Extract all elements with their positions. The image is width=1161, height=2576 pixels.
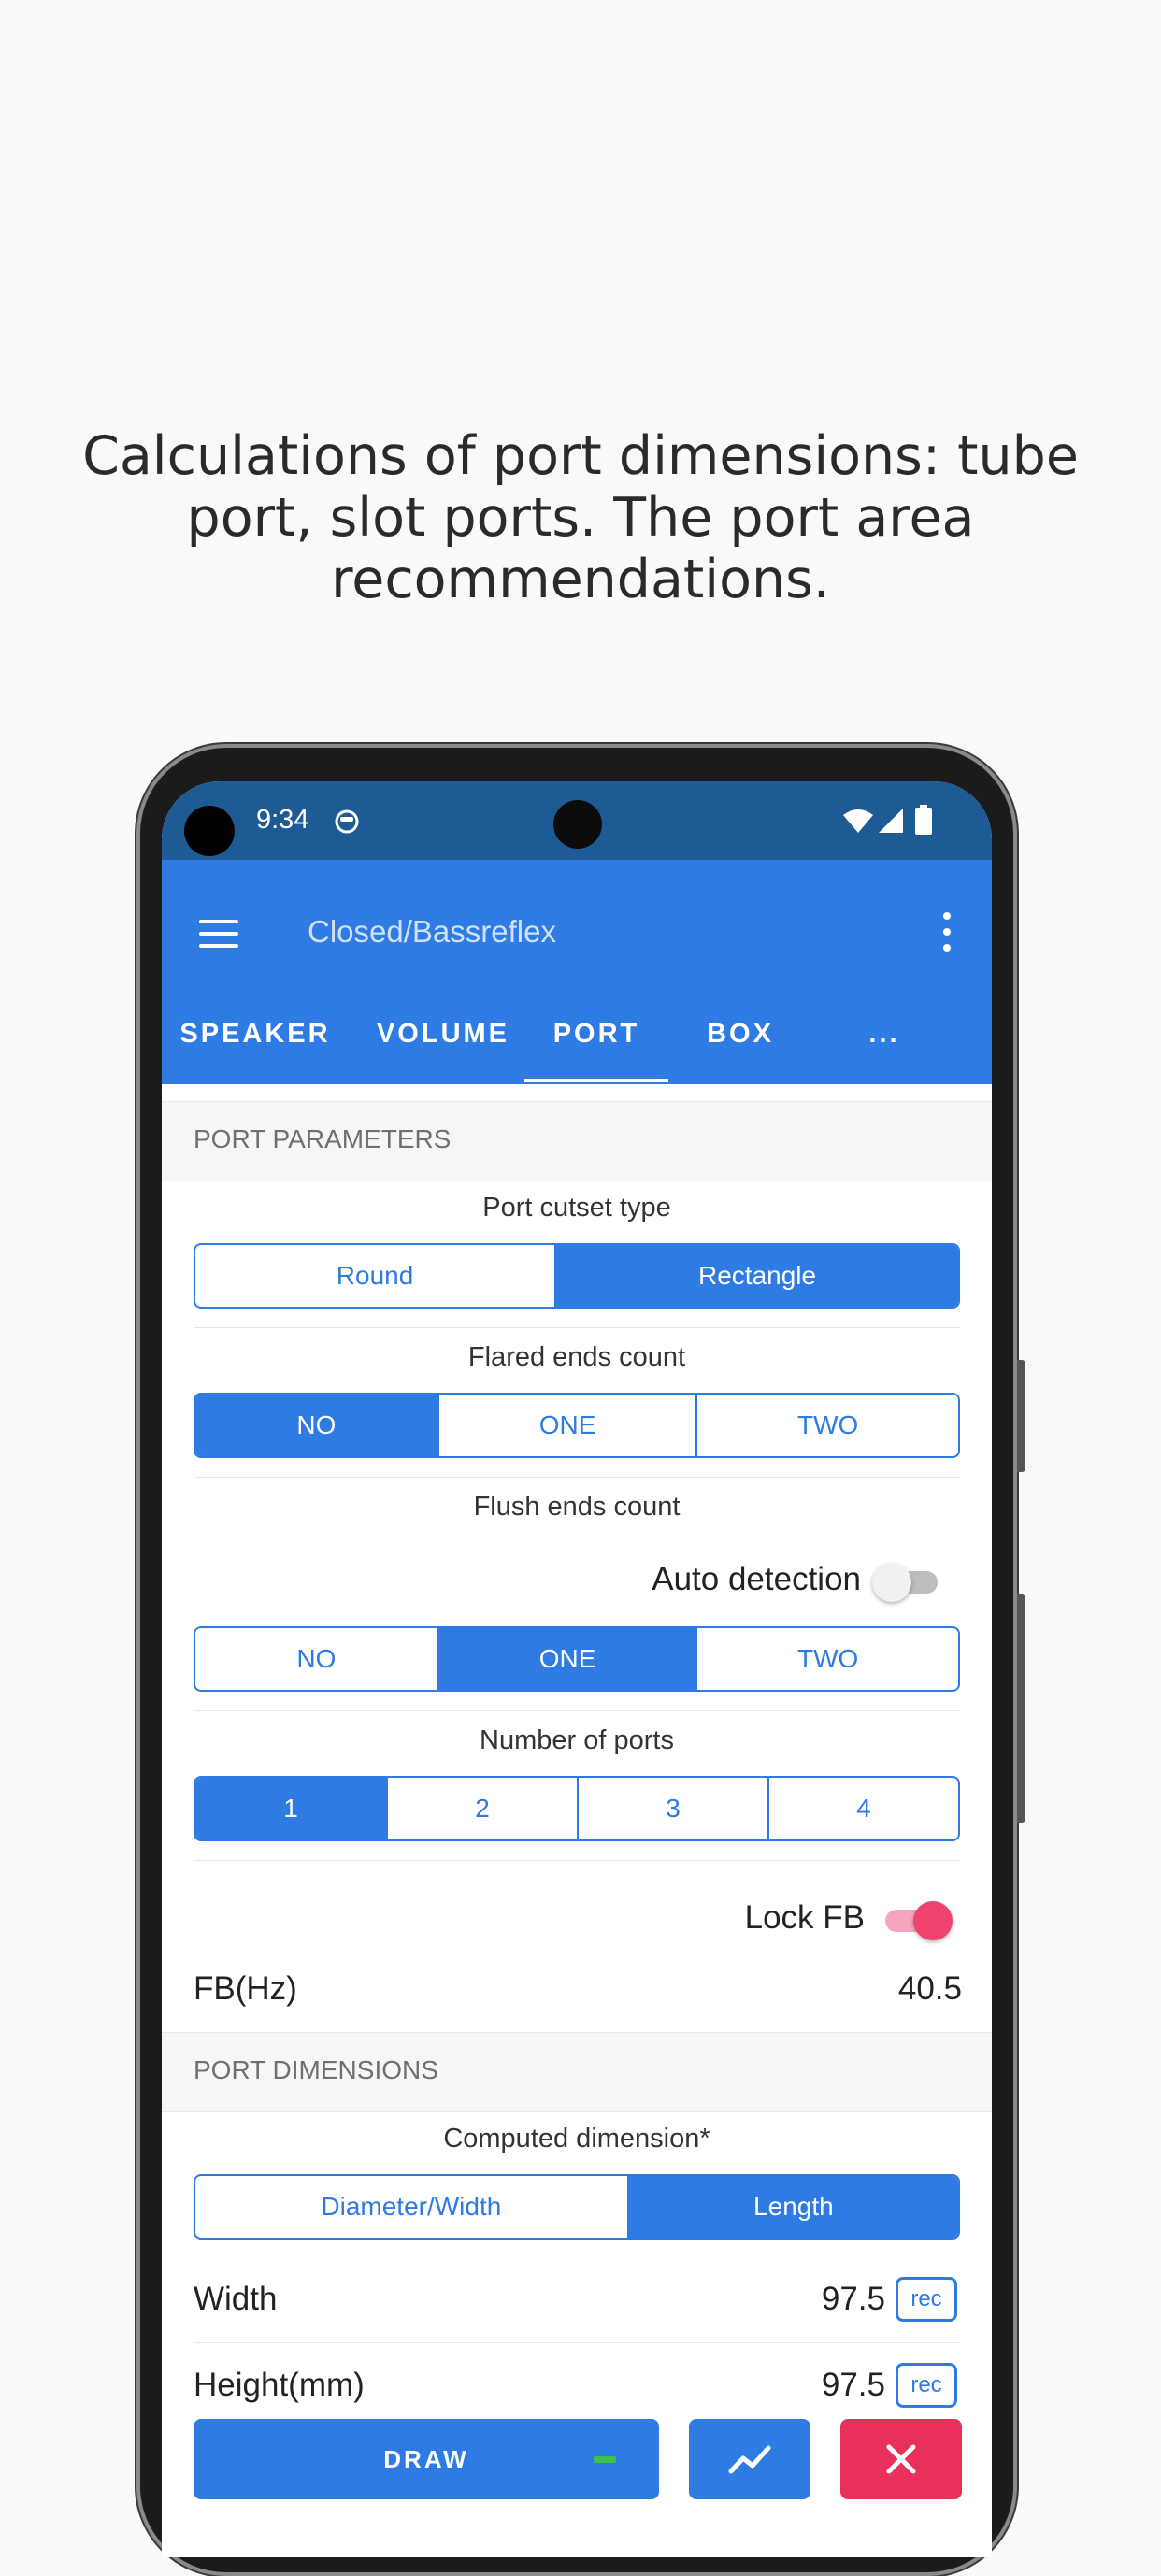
menu-icon[interactable]: [199, 920, 238, 948]
app-bar: Closed/Bassreflex SPEAKER VOLUME PORT BO…: [162, 860, 992, 1084]
divider: [194, 1860, 960, 1861]
chart-button[interactable]: [689, 2419, 810, 2499]
app-title: Closed/Bassreflex: [308, 914, 556, 949]
flush-option-no[interactable]: NO: [195, 1628, 437, 1690]
toggle-thumb: [872, 1563, 911, 1602]
flush-ends-selector: NO ONE TWO: [194, 1626, 960, 1692]
tab-speaker[interactable]: SPEAKER: [162, 1019, 349, 1075]
auto-detection-label: Auto detection: [652, 1561, 861, 1597]
draw-button-label: DRAW: [383, 2444, 469, 2473]
port-cutset-caption: Port cutset type: [482, 1193, 671, 1223]
computed-dimension-caption: Computed dimension*: [443, 2124, 710, 2154]
width-label: Width: [194, 2281, 278, 2317]
section-header-port-parameters: PORT PARAMETERS: [162, 1101, 992, 1181]
front-camera-icon: [553, 800, 602, 849]
lock-fb-label: Lock FB: [744, 1899, 865, 1936]
headline: Calculations of port dimensions: tube po…: [82, 425, 1079, 610]
section-header-port-dimensions: PORT DIMENSIONS: [162, 2032, 992, 2112]
number-of-ports-caption: Number of ports: [480, 1725, 674, 1755]
divider: [194, 2342, 960, 2343]
cutset-option-round[interactable]: Round: [195, 1245, 554, 1307]
tab-box[interactable]: BOX: [668, 1019, 812, 1075]
camera-icon: [184, 806, 235, 856]
section-title: PORT DIMENSIONS: [194, 2055, 438, 2084]
flush-ends-caption: Flush ends count: [473, 1492, 681, 1522]
tab-more[interactable]: ...: [812, 1019, 956, 1075]
divider: [194, 1710, 960, 1711]
flared-option-one[interactable]: ONE: [437, 1395, 696, 1456]
ports-option-3[interactable]: 3: [577, 1778, 767, 1839]
flush-option-one[interactable]: ONE: [437, 1628, 696, 1690]
more-options-icon[interactable]: [941, 912, 953, 953]
status-time: 9:34: [256, 805, 309, 835]
flared-ends-caption: Flared ends count: [467, 1342, 686, 1372]
tab-indicator: [524, 1079, 668, 1082]
phone-side-button: [1017, 1594, 1025, 1823]
ports-option-1[interactable]: 1: [195, 1778, 386, 1839]
chart-line-icon: [728, 2445, 771, 2474]
flush-option-two[interactable]: TWO: [695, 1628, 958, 1690]
fb-label: FB(Hz): [194, 1970, 297, 2007]
phone-screen: 9:34 Closed/Bassreflex SPEAKER VOLUME PO…: [162, 781, 992, 2557]
height-rec-button[interactable]: rec: [896, 2363, 957, 2408]
ports-option-4[interactable]: 4: [767, 1778, 958, 1839]
draw-status-indicator: [594, 2456, 616, 2463]
flared-option-no[interactable]: NO: [195, 1395, 437, 1456]
wifi-icon: [843, 809, 873, 833]
tab-volume[interactable]: VOLUME: [358, 1019, 528, 1075]
width-value[interactable]: 97.5: [822, 2281, 885, 2318]
notification-icon: [335, 809, 359, 834]
tab-port[interactable]: PORT: [524, 1019, 668, 1075]
section-title: PORT PARAMETERS: [194, 1124, 452, 1153]
computed-dimension-selector: Diameter/Width Length: [194, 2174, 960, 2240]
phone-side-button: [1017, 1360, 1025, 1472]
draw-button[interactable]: DRAW: [194, 2419, 659, 2499]
divider: [194, 1477, 960, 1478]
status-bar: 9:34: [162, 781, 992, 860]
flared-ends-selector: NO ONE TWO: [194, 1393, 960, 1458]
flared-option-two[interactable]: TWO: [695, 1395, 958, 1456]
toggle-thumb: [913, 1901, 953, 1940]
computed-option-length[interactable]: Length: [626, 2176, 958, 2238]
height-value[interactable]: 97.5: [822, 2367, 885, 2404]
number-of-ports-selector: 1 2 3 4: [194, 1776, 960, 1841]
battery-icon: [915, 805, 932, 835]
fb-value[interactable]: 40.5: [898, 1970, 962, 2008]
computed-option-diameter-width[interactable]: Diameter/Width: [195, 2176, 627, 2238]
clear-button[interactable]: [840, 2419, 962, 2499]
signal-icon: [879, 809, 903, 833]
divider: [194, 1327, 960, 1328]
ports-option-2[interactable]: 2: [386, 1778, 577, 1839]
port-cutset-selector: Round Rectangle: [194, 1243, 960, 1309]
close-icon: [886, 2444, 916, 2474]
cutset-option-rectangle[interactable]: Rectangle: [554, 1245, 958, 1307]
width-rec-button[interactable]: rec: [896, 2277, 957, 2322]
height-label: Height(mm): [194, 2367, 365, 2403]
